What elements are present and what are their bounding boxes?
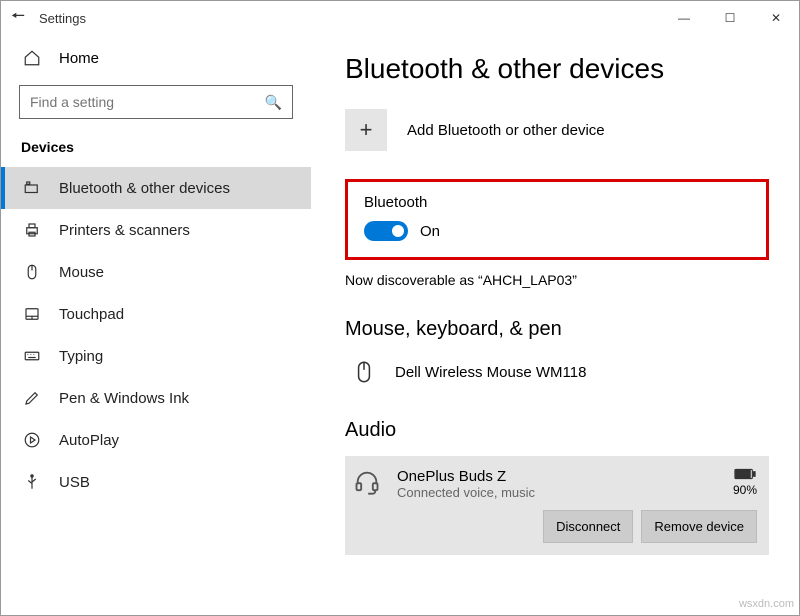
bluetooth-devices-icon (23, 179, 41, 197)
disconnect-button[interactable]: Disconnect (543, 510, 633, 543)
nav-label: Bluetooth & other devices (59, 180, 230, 197)
nav-label: Typing (59, 348, 103, 365)
device-name: Dell Wireless Mouse WM118 (395, 364, 586, 381)
audio-info: OnePlus Buds Z Connected voice, music (397, 468, 535, 500)
nav-label: Printers & scanners (59, 222, 190, 239)
section-mouse-title: Mouse, keyboard, & pen (345, 318, 769, 341)
search-icon: 🔍 (265, 94, 282, 111)
nav-home[interactable]: Home (1, 35, 311, 75)
titlebar: 🠔 Settings — ☐ ✕ (1, 1, 799, 35)
keyboard-icon (23, 347, 41, 365)
discoverable-text: Now discoverable as “AHCH_LAP03” (345, 272, 769, 288)
remove-device-button[interactable]: Remove device (641, 510, 757, 543)
sidebar: Home 🔍 Devices Bluetooth & other devices… (1, 35, 311, 615)
pen-icon (23, 389, 41, 407)
section-audio-title: Audio (345, 419, 769, 442)
sidebar-item-usb[interactable]: USB (1, 461, 311, 503)
content-area: Home 🔍 Devices Bluetooth & other devices… (1, 35, 799, 615)
headset-icon (353, 468, 381, 496)
mouse-icon (351, 359, 377, 385)
audio-device-name: OnePlus Buds Z (397, 468, 535, 485)
sidebar-item-touchpad[interactable]: Touchpad (1, 293, 311, 335)
maximize-button[interactable]: ☐ (707, 3, 753, 33)
watermark: wsxdn.com (739, 598, 794, 610)
settings-window: 🠔 Settings — ☐ ✕ Home 🔍 Devices Bluetoot… (0, 0, 800, 616)
mouse-icon (23, 263, 41, 281)
minimize-button[interactable]: — (661, 3, 707, 33)
autoplay-icon (23, 431, 41, 449)
nav-label: USB (59, 474, 90, 491)
sidebar-item-pen[interactable]: Pen & Windows Ink (1, 377, 311, 419)
audio-device-status: Connected voice, music (397, 485, 535, 500)
sidebar-item-bluetooth[interactable]: Bluetooth & other devices (1, 167, 311, 209)
device-mouse[interactable]: Dell Wireless Mouse WM118 (345, 355, 769, 389)
nav-label: Pen & Windows Ink (59, 390, 189, 407)
window-title: Settings (39, 11, 86, 26)
bluetooth-toggle-row: On (364, 221, 750, 241)
nav-label: Mouse (59, 264, 104, 281)
battery-percent: 90% (733, 483, 757, 497)
nav-label: AutoPlay (59, 432, 119, 449)
search-input[interactable] (30, 94, 265, 110)
home-label: Home (59, 50, 99, 67)
window-controls: — ☐ ✕ (661, 3, 799, 33)
category-label: Devices (1, 133, 311, 167)
add-device-label: Add Bluetooth or other device (407, 122, 605, 139)
usb-icon (23, 473, 41, 491)
bluetooth-highlight-box: Bluetooth On (345, 179, 769, 260)
bluetooth-state: On (420, 223, 440, 240)
add-device-button[interactable]: + Add Bluetooth or other device (345, 109, 769, 151)
main-panel: Bluetooth & other devices + Add Bluetoot… (311, 35, 799, 615)
audio-actions: Disconnect Remove device (353, 510, 757, 543)
printer-icon (23, 221, 41, 239)
back-button[interactable]: 🠔 (11, 5, 39, 32)
audio-device-card[interactable]: OnePlus Buds Z Connected voice, music 90… (345, 456, 769, 555)
home-icon (23, 49, 41, 67)
page-title: Bluetooth & other devices (345, 53, 769, 85)
audio-head: OnePlus Buds Z Connected voice, music 90… (353, 468, 757, 500)
plus-icon: + (345, 109, 387, 151)
close-button[interactable]: ✕ (753, 3, 799, 33)
battery-icon (734, 468, 756, 480)
bluetooth-label: Bluetooth (364, 194, 750, 211)
bluetooth-toggle[interactable] (364, 221, 408, 241)
sidebar-item-autoplay[interactable]: AutoPlay (1, 419, 311, 461)
battery-indicator: 90% (733, 468, 757, 497)
sidebar-item-typing[interactable]: Typing (1, 335, 311, 377)
touchpad-icon (23, 305, 41, 323)
sidebar-item-mouse[interactable]: Mouse (1, 251, 311, 293)
nav-label: Touchpad (59, 306, 124, 323)
search-box[interactable]: 🔍 (19, 85, 293, 119)
sidebar-item-printers[interactable]: Printers & scanners (1, 209, 311, 251)
